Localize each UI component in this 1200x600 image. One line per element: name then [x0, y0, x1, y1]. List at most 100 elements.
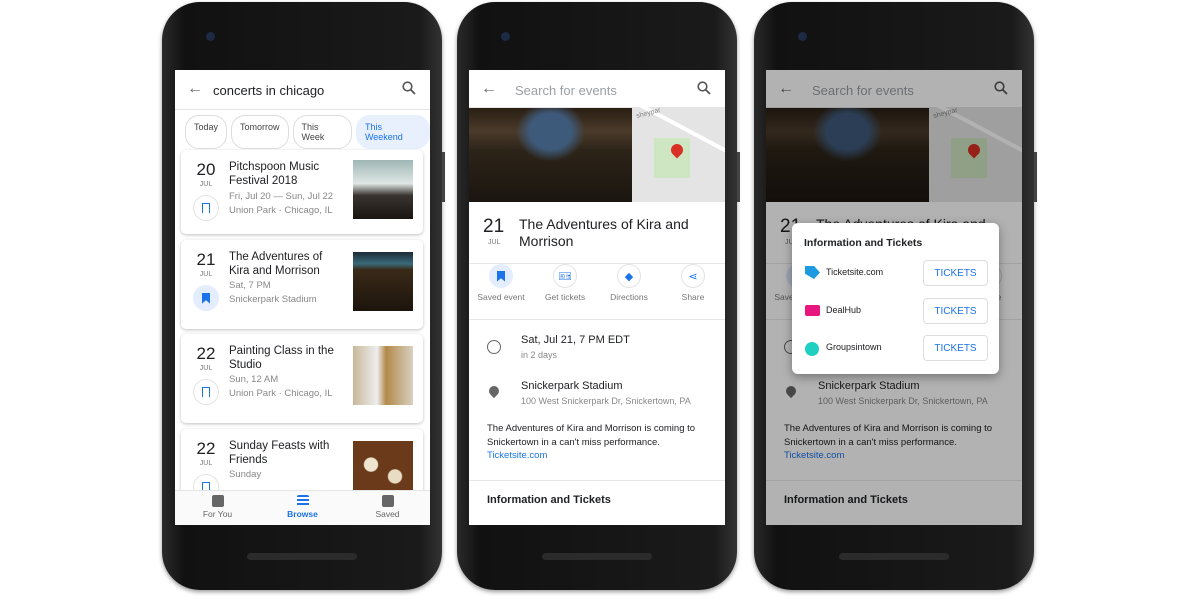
back-arrow-icon[interactable]: ←: [481, 80, 497, 98]
front-camera: [798, 32, 807, 41]
event-datetime: Sat, Jul 21, 7 PM EDT: [521, 334, 630, 346]
location-pin-icon: [486, 383, 502, 399]
back-arrow-icon[interactable]: ←: [187, 80, 203, 98]
side-button: [442, 152, 445, 202]
chip-this-week[interactable]: This Week: [292, 115, 352, 149]
provider-name: DealHub: [826, 305, 862, 315]
search-icon[interactable]: [697, 81, 711, 95]
event-title: Pitchspoon Music Festival 2018: [229, 161, 320, 187]
list-icon: [296, 495, 309, 507]
search-input[interactable]: Search for events: [515, 83, 617, 98]
event-location: Union Park · Chicago, IL: [229, 205, 333, 216]
event-thumbnail: [353, 252, 413, 311]
speaker: [839, 553, 949, 560]
provider-name: Groupsintown: [826, 342, 882, 352]
tickets-button[interactable]: TICKETS: [923, 298, 988, 324]
tickets-button[interactable]: TICKETS: [923, 335, 988, 361]
event-time: Sunday: [229, 469, 262, 480]
nav-saved[interactable]: Saved: [345, 491, 430, 525]
event-photo: [469, 108, 632, 202]
event-actions: Saved event 🎫︎ Get tickets ◆ Directions ⋖ S…: [469, 264, 725, 302]
chip-tomorrow[interactable]: Tomorrow: [231, 115, 289, 149]
event-location: Snickerpark Stadium: [229, 294, 317, 305]
event-title: The Adventures of Kira and Morrison: [229, 251, 323, 277]
speaker: [247, 553, 357, 560]
event-title: Sunday Feasts with Friends: [229, 440, 330, 466]
event-detail-screen: ← Search for events sheypar 21 JUL The A…: [469, 70, 725, 525]
date-filter-chips: Today Tomorrow This Week This Weekend: [185, 115, 430, 149]
event-day: 21: [483, 216, 505, 237]
nav-label: For You: [202, 509, 233, 519]
chip-this-weekend[interactable]: This Weekend: [355, 115, 430, 149]
map-street-label: sheypar: [635, 106, 662, 121]
event-time: Sat, 7 PM: [229, 280, 271, 291]
side-button: [737, 152, 740, 202]
event-month: JUL: [199, 271, 213, 278]
event-month: JUL: [199, 181, 213, 188]
bookmark-icon: [202, 202, 210, 214]
event-day: 21: [196, 250, 216, 269]
divider: [469, 319, 725, 320]
provider-name: Ticketsite.com: [826, 267, 884, 277]
speaker: [542, 553, 652, 560]
tickets-dialog: Information and Tickets Ticketsite.com T…: [792, 223, 999, 374]
nav-browse[interactable]: Browse: [260, 491, 345, 525]
venue-name: Snickerpark Stadium: [521, 380, 623, 392]
event-card[interactable]: 20 JUL Pitchspoon Music Festival 2018 Fr…: [181, 150, 423, 234]
directions-icon: ◆: [617, 264, 641, 288]
share-icon: ⋖: [681, 264, 705, 288]
event-location: Union Park · Chicago, IL: [229, 388, 333, 399]
event-relative-time: in 2 days: [521, 350, 558, 360]
search-input[interactable]: concerts in chicago: [213, 83, 324, 98]
tickets-button[interactable]: TICKETS: [923, 260, 988, 286]
bookmark-icon: [202, 386, 210, 398]
event-time: Fri, Jul 20 — Sun, Jul 22: [229, 191, 334, 202]
event-thumbnail: [353, 160, 413, 219]
ticketsite-link[interactable]: Ticketsite.com: [487, 450, 547, 461]
search-bar: ← Search for events: [469, 70, 725, 108]
saved-event-button[interactable]: Saved event: [471, 264, 531, 302]
action-label: Directions: [610, 292, 648, 302]
bookmarks-icon: [381, 495, 394, 507]
divider: [469, 480, 725, 481]
action-label: Share: [681, 292, 705, 302]
front-camera: [206, 32, 215, 41]
map-park: [654, 138, 690, 178]
nav-for-you[interactable]: For You: [175, 491, 260, 525]
event-month: JUL: [199, 365, 213, 372]
action-label: Get tickets: [544, 292, 586, 302]
ticket-icon: 🎫︎: [553, 264, 577, 288]
phone-tickets-dialog: ← Search for events sheypar21JULThe Adve…: [754, 2, 1037, 590]
bookmark-button[interactable]: [193, 379, 219, 405]
section-heading: Information and Tickets: [487, 494, 611, 506]
music-note-icon: [805, 342, 819, 356]
clock-icon: [487, 340, 501, 354]
event-title: The Adventures of Kira and Morrison: [519, 216, 689, 249]
front-camera: [501, 32, 510, 41]
venue-address: 100 West Snickerpark Dr, Snickertown, PA: [521, 396, 691, 406]
event-description: The Adventures of Kira and Morrison is c…: [487, 423, 696, 448]
phone-browse: ← concerts in chicago Today Tomorrow Thi…: [162, 2, 445, 590]
search-icon[interactable]: [402, 81, 416, 95]
event-card[interactable]: 21 JUL The Adventures of Kira and Morris…: [181, 240, 423, 329]
directions-button[interactable]: ◆ Directions: [599, 264, 659, 302]
nav-label: Browse: [287, 509, 318, 519]
tag-icon: [805, 266, 820, 279]
side-button: [1034, 152, 1037, 202]
event-month: JUL: [199, 460, 213, 467]
share-button[interactable]: ⋖ Share: [663, 264, 723, 302]
bookmark-filled-icon: [497, 270, 505, 282]
venue-map[interactable]: sheypar: [628, 97, 725, 202]
event-card[interactable]: 22 JUL Painting Class in the Studio Sun,…: [181, 334, 423, 423]
bottom-navigation: For You Browse Saved: [175, 490, 430, 525]
bookmark-button[interactable]: [193, 195, 219, 221]
event-time: Sun, 12 AM: [229, 374, 279, 385]
nav-label: Saved: [375, 509, 400, 519]
bookmark-filled-icon: [202, 292, 210, 304]
chip-today[interactable]: Today: [185, 115, 228, 149]
get-tickets-button[interactable]: 🎫︎ Get tickets: [535, 264, 595, 302]
event-thumbnail: [353, 346, 413, 405]
dialog-title: Information and Tickets: [804, 237, 923, 249]
bookmark-button-saved[interactable]: [193, 285, 219, 311]
ticket-icon: [805, 305, 820, 316]
